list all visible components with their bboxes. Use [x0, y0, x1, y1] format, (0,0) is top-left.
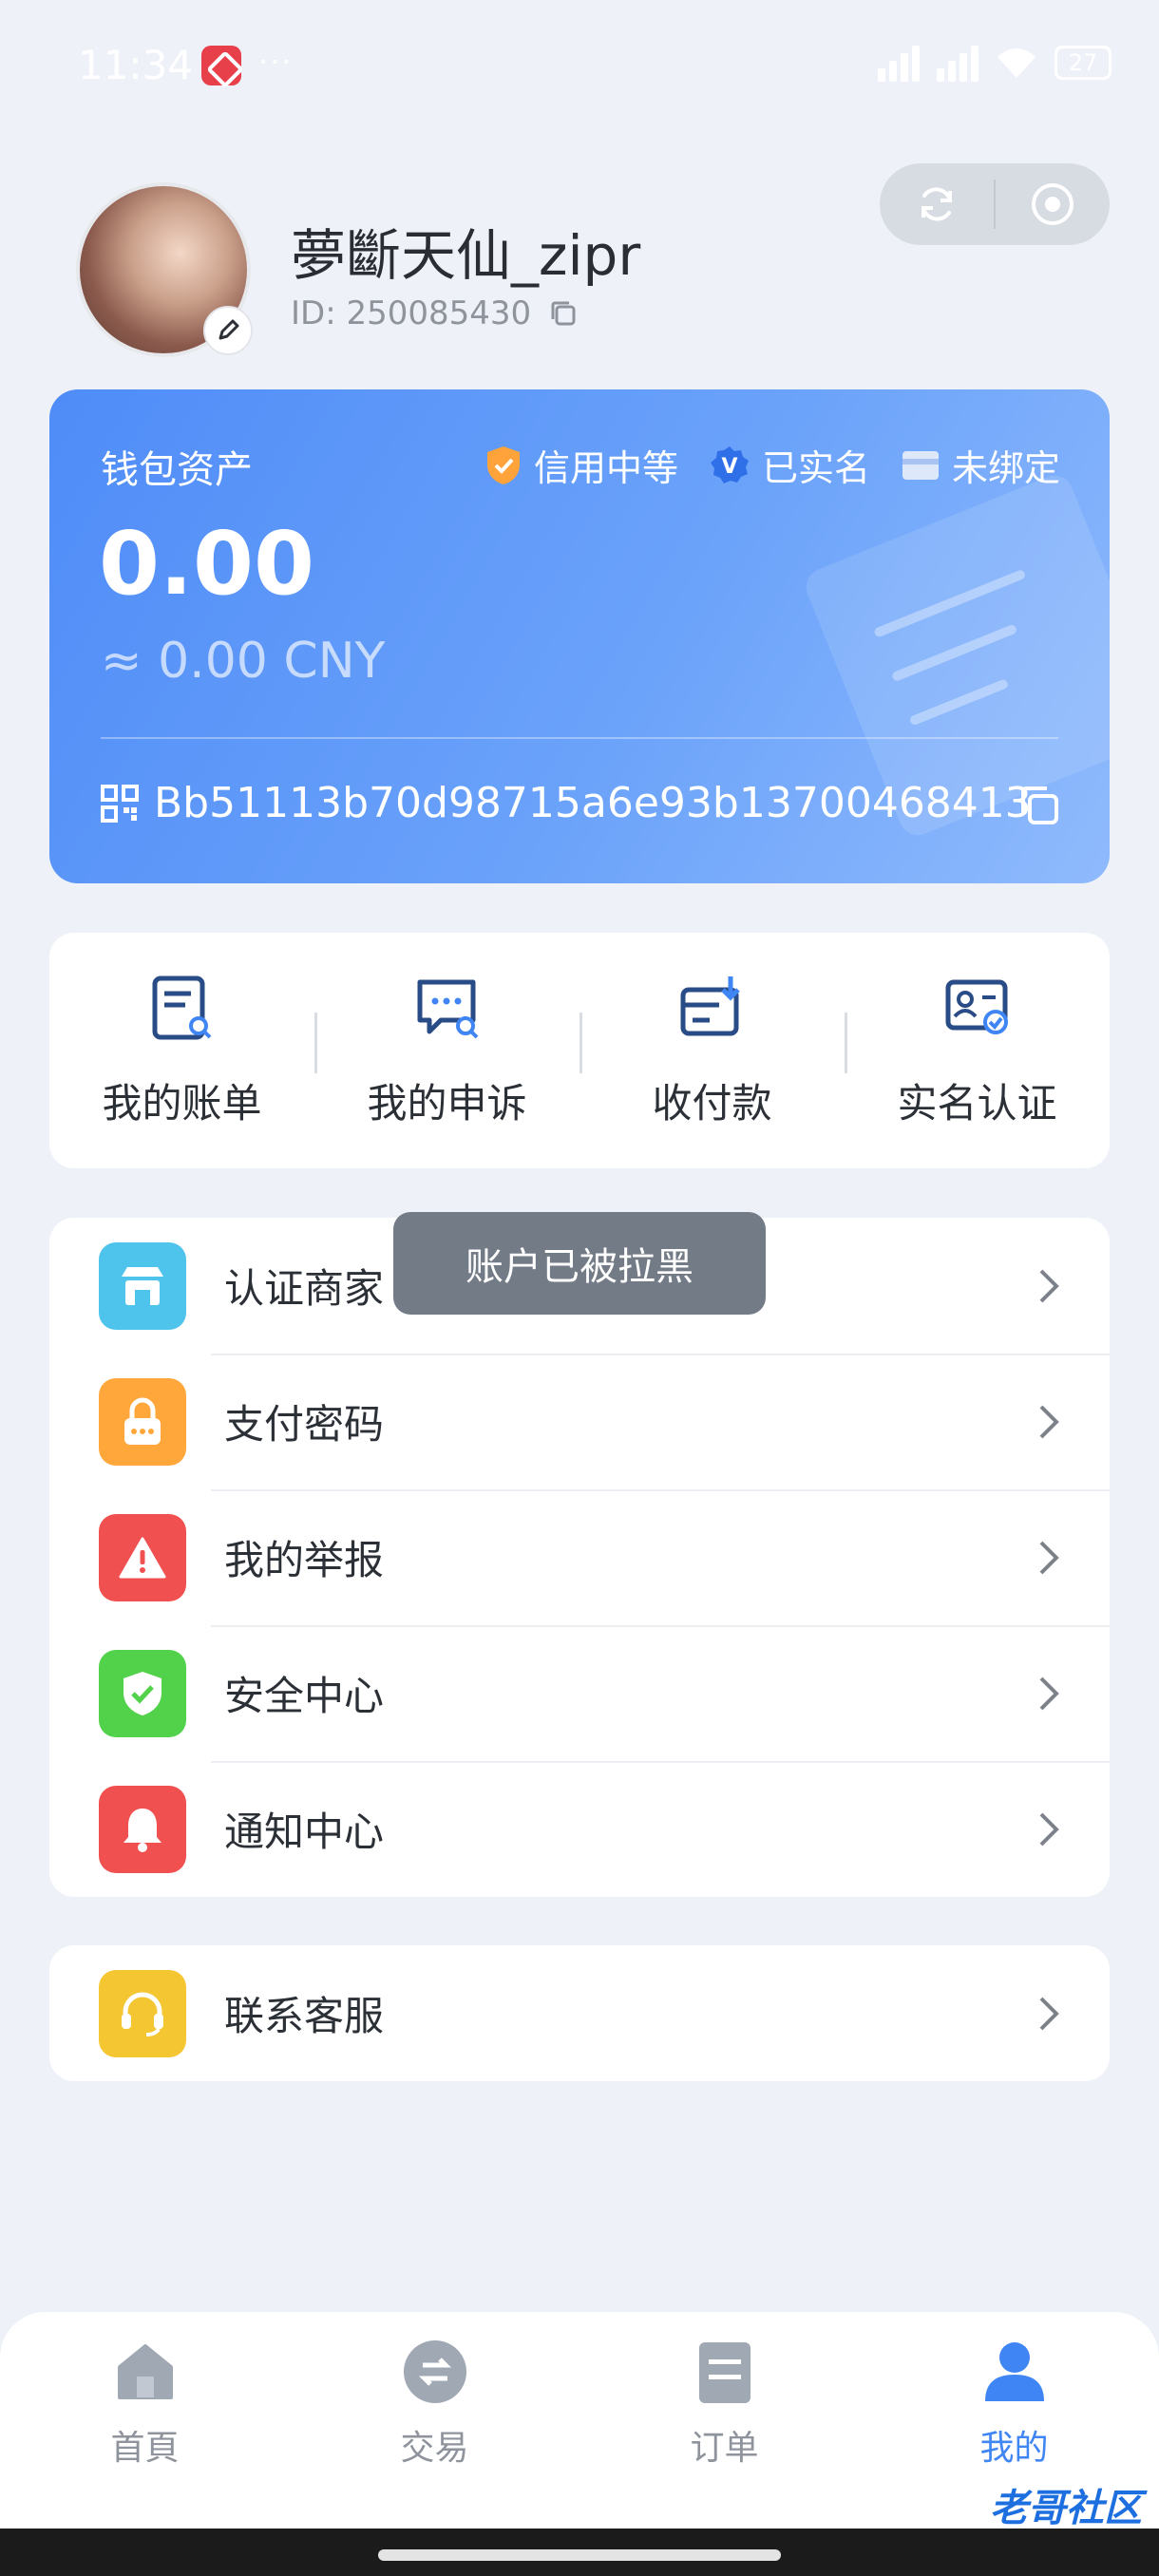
action-receive-payment[interactable]: 收付款	[580, 973, 845, 1129]
qr-code-icon[interactable]	[101, 784, 139, 823]
wallet-card[interactable]: 钱包资产 信用中等 V 已实名 未绑定 0.00 ≈ 0.00 CNY Bb51…	[49, 389, 1110, 883]
unbound-badge: 未绑定	[901, 439, 1060, 491]
copy-icon	[1021, 786, 1058, 824]
copy-id-icon[interactable]	[548, 298, 579, 329]
menu-item-payment-password[interactable]: 支付密码	[49, 1354, 1110, 1489]
svg-text:V: V	[721, 455, 737, 479]
mini-program-capsule	[880, 163, 1110, 245]
home-icon	[117, 2344, 173, 2399]
unbound-label: 未绑定	[951, 447, 1060, 489]
copy-address-button[interactable]	[1016, 783, 1060, 830]
app-notification-icon	[201, 46, 241, 85]
nav-home[interactable]: 首頁	[0, 2312, 290, 2540]
refresh-button[interactable]	[880, 163, 994, 245]
pencil-icon	[218, 319, 239, 340]
status-time: 11:34	[78, 42, 194, 88]
chevron-right-icon	[1039, 1812, 1059, 1846]
menu-item-notification-center[interactable]: 通知中心	[49, 1761, 1110, 1897]
close-capsule-button[interactable]	[996, 163, 1110, 245]
lock-icon	[99, 1377, 186, 1466]
action-my-bills[interactable]: 我的账单	[49, 973, 314, 1129]
status-indicators: 27	[878, 44, 1112, 82]
card-icon	[902, 450, 939, 480]
chat-search-icon	[417, 979, 478, 1038]
chevron-right-icon	[1039, 1541, 1059, 1574]
menu-item-my-reports[interactable]: 我的举报	[49, 1489, 1110, 1625]
nav-label: 我的	[979, 2429, 1049, 2468]
nav-label: 订单	[690, 2429, 759, 2468]
action-label: 我的申诉	[367, 1079, 527, 1127]
id-card-check-icon	[945, 979, 1008, 1034]
wallet-balance-cny: ≈ 0.00 CNY	[101, 633, 386, 690]
chevron-right-icon	[1039, 1997, 1059, 2030]
menu-label: 支付密码	[224, 1401, 385, 1448]
battery-icon: 27	[1054, 46, 1112, 80]
chevron-right-icon	[1039, 1405, 1059, 1438]
watermark-logo: 老哥社区	[901, 2470, 1142, 2540]
order-icon	[698, 2342, 750, 2403]
wifi-icon	[998, 48, 1036, 78]
status-more-dots: ···	[258, 44, 294, 80]
target-icon	[1032, 183, 1074, 225]
status-bar: 11:34 ··· 27	[0, 0, 1159, 133]
menu-label: 安全中心	[224, 1673, 385, 1719]
bell-icon	[99, 1785, 186, 1873]
menu-label: 联系客服	[224, 1993, 385, 2039]
chevron-right-icon	[1039, 1269, 1059, 1302]
wallet-title: 钱包资产	[101, 448, 253, 492]
support-menu: 联系客服	[49, 1945, 1110, 2081]
signal-icon	[878, 44, 920, 82]
shield-check-icon	[486, 445, 520, 484]
verified-v-icon: V	[710, 445, 749, 483]
credit-label: 信用中等	[533, 447, 678, 489]
chevron-right-icon	[1039, 1676, 1059, 1710]
toast-message: 账户已被拉黑	[393, 1212, 766, 1315]
nav-label: 交易	[400, 2429, 469, 2468]
username: 夢斷天仙_zipr	[291, 223, 641, 288]
wallet-badges: 信用中等 V 已实名 未绑定	[484, 439, 1060, 491]
wallet-address: Bb51113b70d98715a6e93b13700468413	[154, 779, 1032, 827]
nav-orders[interactable]: 订单	[580, 2312, 869, 2540]
credit-badge: 信用中等	[484, 439, 678, 491]
shield-check-icon	[99, 1649, 186, 1737]
refresh-icon	[922, 187, 952, 221]
store-icon	[99, 1241, 186, 1330]
bill-search-icon	[152, 975, 211, 1039]
action-real-name-verification[interactable]: 实名认证	[845, 973, 1110, 1129]
verified-badge: V 已实名	[709, 439, 870, 491]
user-id: ID: 250085430	[291, 294, 532, 332]
nav-trade[interactable]: 交易	[290, 2312, 580, 2540]
action-label: 收付款	[652, 1079, 772, 1127]
action-my-appeals[interactable]: 我的申诉	[314, 973, 580, 1129]
receive-payment-icon	[680, 975, 740, 1035]
menu-item-contact-support[interactable]: 联系客服	[49, 1945, 1110, 2081]
wallet-divider	[101, 737, 1058, 739]
headset-icon	[99, 1969, 186, 2057]
user-icon	[984, 2342, 1044, 2401]
user-id-row: ID: 250085430	[291, 294, 579, 332]
edit-avatar-button[interactable]	[203, 306, 253, 355]
menu-item-security-center[interactable]: 安全中心	[49, 1625, 1110, 1761]
action-label: 我的账单	[102, 1079, 262, 1127]
wallet-balance: 0.00	[99, 513, 314, 615]
settings-menu: 认证商家 支付密码 我的举报 安全中心 通知中心	[49, 1218, 1110, 1897]
wallet-address-row: Bb51113b70d98715a6e93b13700468413	[101, 779, 1032, 827]
watermark-text: 老哥社区	[990, 2487, 1142, 2530]
quick-actions: 我的账单 我的申诉 收付款 实名认证	[49, 933, 1110, 1168]
home-indicator[interactable]	[378, 2549, 781, 2561]
menu-label: 通知中心	[224, 1809, 385, 1855]
verified-label: 已实名	[761, 447, 870, 489]
exchange-icon	[403, 2340, 466, 2403]
warning-icon	[99, 1513, 186, 1601]
nav-label: 首頁	[110, 2429, 180, 2468]
signal-icon	[937, 44, 978, 82]
action-label: 实名认证	[897, 1079, 1057, 1127]
menu-label: 我的举报	[224, 1537, 385, 1583]
